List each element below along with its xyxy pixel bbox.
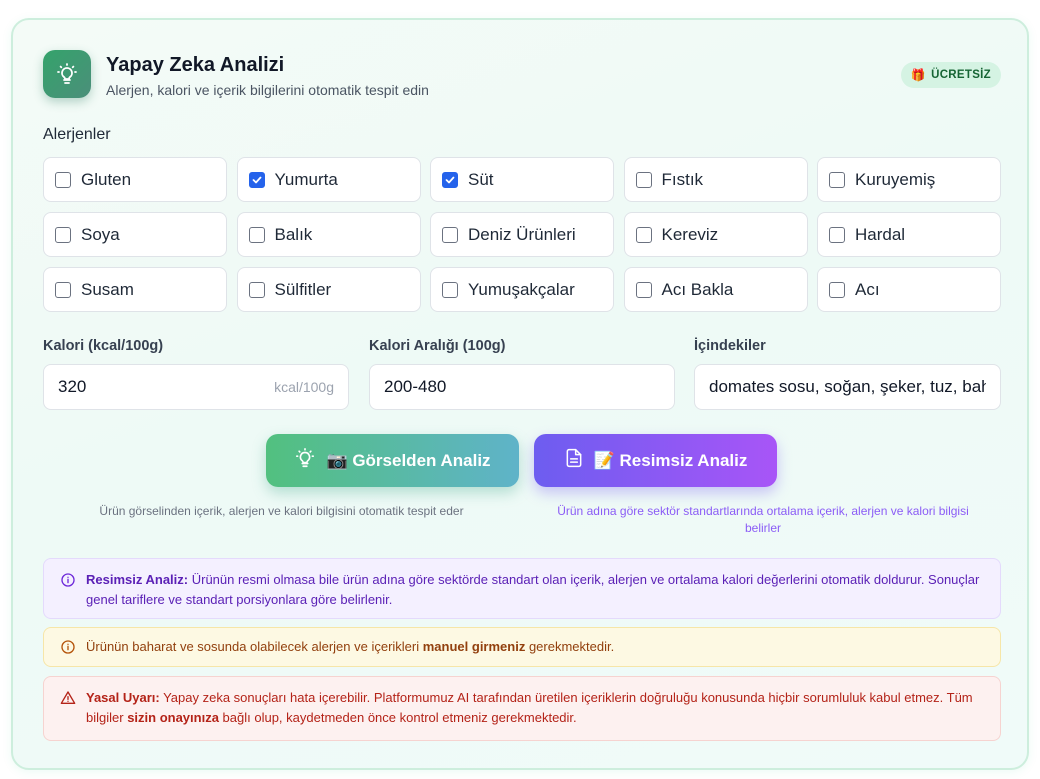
allergen-label: Fıstık <box>661 169 704 189</box>
allergen-checkbox[interactable] <box>442 281 458 298</box>
warning-triangle-icon <box>60 690 76 706</box>
allergen-label: Süt <box>468 169 494 189</box>
legal-notice-emphasis: sizin onayınıza <box>127 710 219 725</box>
no-image-analysis-description: Ürün adına göre sektör standartlarında o… <box>557 504 969 535</box>
allergen-checkbox[interactable] <box>829 281 845 298</box>
page-subtitle: Alerjen, kalori ve içerik bilgilerini ot… <box>106 82 429 98</box>
allergen-label: Soya <box>81 224 120 244</box>
calorie-range-label: Kalori Aralığı (100g) <box>369 338 506 354</box>
allergen-label: Yumuşakçalar <box>468 279 575 299</box>
allergen-checkbox[interactable] <box>55 226 71 243</box>
info-notice: Resimsiz Analiz: Ürünün resmi olmasa bil… <box>43 558 1001 619</box>
legal-notice: Yasal Uyarı: Yapay zeka sonuçları hata i… <box>43 676 1001 741</box>
info-circle-icon <box>60 639 76 655</box>
allergen-checkbox[interactable] <box>248 226 265 243</box>
ingredients-label: İçindekiler <box>694 338 766 354</box>
lightbulb-icon <box>43 50 91 98</box>
legal-notice-text: Yasal Uyarı: Yapay zeka sonuçları hata i… <box>86 688 986 728</box>
allergen-option[interactable]: Balık <box>236 212 421 257</box>
calories-label: Kalori (kcal/100g) <box>43 338 164 354</box>
allergen-option[interactable]: Süt <box>430 157 614 202</box>
allergen-option[interactable]: Hardal <box>817 212 1001 257</box>
allergen-option[interactable]: Yumuşakçalar <box>430 267 614 312</box>
allergen-checkbox[interactable] <box>442 171 458 188</box>
allergen-option[interactable]: Kereviz <box>623 212 808 257</box>
calorie-range-field[interactable] <box>369 364 675 410</box>
ingredients-field[interactable] <box>694 364 1001 410</box>
image-analysis-description: Ürün görselinden içerik, alerjen ve kalo… <box>99 504 464 518</box>
legal-notice-body-2: bağlı olup, kaydetmeden önce kontrol etm… <box>218 710 577 725</box>
allergen-label: Kuruyemiş <box>855 169 936 189</box>
image-analysis-button[interactable]: 📷 Görselden Analiz <box>266 434 519 487</box>
info-notice-body: Ürünün resmi olmasa bile ürün adına göre… <box>86 572 980 607</box>
info-notice-title: Resimsiz Analiz: <box>86 572 189 587</box>
allergen-checkbox[interactable] <box>55 171 71 188</box>
allergen-option[interactable]: Acı <box>817 267 1001 312</box>
allergen-checkbox[interactable] <box>829 226 845 243</box>
allergen-option[interactable]: Yumurta <box>236 157 421 202</box>
image-analysis-label: 📷 Görselden Analiz <box>326 450 491 470</box>
warning-notice-emphasis: manuel girmeniz <box>422 639 526 654</box>
allergen-label: Hardal <box>855 224 906 244</box>
calories-unit: kcal/100g <box>274 379 334 395</box>
allergen-label: Susam <box>81 279 134 299</box>
allergen-checkbox[interactable] <box>635 171 652 188</box>
allergen-option[interactable]: Kuruyemiş <box>817 157 1001 202</box>
allergen-label: Gluten <box>81 169 132 189</box>
legal-notice-title: Yasal Uyarı: <box>86 690 160 705</box>
ingredients-input[interactable] <box>709 377 986 397</box>
warning-notice-text: Ürünün baharat ve sosunda olabilecek ale… <box>86 637 614 657</box>
calories-field[interactable]: kcal/100g <box>43 364 349 410</box>
no-image-analysis-button[interactable]: 📝 Resimsiz Analiz <box>534 434 777 487</box>
allergen-option[interactable]: Acı Bakla <box>623 267 808 312</box>
allergen-option[interactable]: Gluten <box>43 157 227 202</box>
lightbulb-icon <box>294 447 316 474</box>
free-badge-label: ÜCRETSİZ <box>931 69 991 81</box>
page-title: Yapay Zeka Analizi <box>106 54 285 76</box>
allergen-label: Acı Bakla <box>661 279 734 299</box>
allergen-option[interactable]: Susam <box>43 267 227 312</box>
allergen-option[interactable]: Soya <box>43 212 227 257</box>
no-image-analysis-label: 📝 Resimsiz Analiz <box>593 450 748 470</box>
allergens-section-label: Alerjenler <box>43 126 111 143</box>
ai-analysis-card: Yapay Zeka Analizi Alerjen, kalori ve iç… <box>11 18 1029 770</box>
allergen-label: Acı <box>855 279 880 299</box>
allergen-label: Kereviz <box>661 224 719 244</box>
allergen-checkbox[interactable] <box>829 171 845 188</box>
warning-notice-body-2: gerekmektedir. <box>525 639 615 654</box>
allergen-option[interactable]: Sülfitler <box>236 267 421 312</box>
allergen-label: Sülfitler <box>274 279 332 299</box>
allergen-checkbox[interactable] <box>442 226 458 243</box>
allergen-checkbox[interactable] <box>55 281 71 298</box>
gift-icon: 🎁 <box>910 68 927 82</box>
info-circle-icon <box>60 572 76 588</box>
info-notice-text: Resimsiz Analiz: Ürünün resmi olmasa bil… <box>86 570 986 610</box>
calorie-range-input[interactable] <box>384 377 660 397</box>
allergen-grid: Gluten Yumurta Süt Fıstık Kuruyemiş Soya Balık… <box>43 157 1001 312</box>
allergen-checkbox[interactable] <box>248 171 265 188</box>
allergen-checkbox[interactable] <box>635 226 652 243</box>
allergen-checkbox[interactable] <box>248 281 265 298</box>
allergen-checkbox[interactable] <box>635 281 652 298</box>
allergen-option[interactable]: Fıstık <box>623 157 808 202</box>
allergen-option[interactable]: Deniz Ürünleri <box>430 212 614 257</box>
warning-notice-body-1: Ürünün baharat ve sosunda olabilecek ale… <box>86 639 423 654</box>
warning-notice: Ürünün baharat ve sosunda olabilecek ale… <box>43 627 1001 667</box>
calories-input[interactable] <box>58 377 275 397</box>
allergen-label: Yumurta <box>274 169 338 189</box>
document-icon <box>564 448 584 473</box>
free-badge: 🎁 ÜCRETSİZ <box>900 62 1001 88</box>
card-header: Yapay Zeka Analizi Alerjen, kalori ve iç… <box>43 50 1001 100</box>
allergen-label: Balık <box>274 224 313 244</box>
allergen-label: Deniz Ürünleri <box>468 224 576 244</box>
